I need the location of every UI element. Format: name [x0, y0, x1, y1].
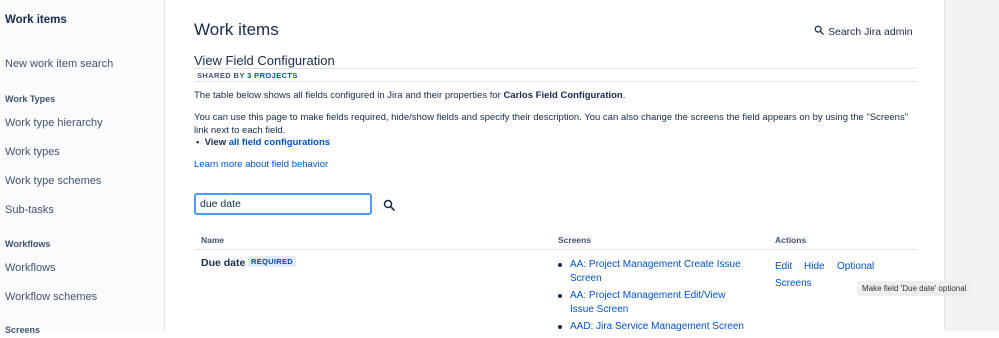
description-line-2: You can use this page to make fields req…	[194, 112, 909, 136]
optional-action-link[interactable]: Optional	[837, 261, 874, 272]
all-field-configurations-link[interactable]: all field configurations	[229, 137, 330, 148]
tooltip: Make field 'Due date' optional	[857, 281, 972, 296]
sidebar-item-new-work-item-search[interactable]: New work item search	[5, 58, 113, 70]
screen-link[interactable]: AA: Project Management Create Issue Scre…	[556, 258, 752, 285]
hide-action-link[interactable]: Hide	[804, 261, 825, 272]
sidebar-item-sub-tasks[interactable]: Sub-tasks	[5, 204, 54, 216]
sidebar-title[interactable]: Work items	[5, 14, 67, 26]
sidebar-item-work-type-hierarchy[interactable]: Work type hierarchy	[5, 117, 103, 129]
search-icon[interactable]	[383, 198, 395, 211]
shared-prefix: SHARED BY	[197, 71, 245, 80]
field-config-name: Carlos Field Configuration	[503, 90, 623, 101]
sidebar-item-workflows[interactable]: Workflows	[5, 262, 56, 274]
view-prefix: View	[204, 137, 227, 148]
main-content: Work items Search Jira admin View Field …	[166, 0, 944, 332]
sidebar: Work items New work item search Work Typ…	[0, 0, 165, 335]
sidebar-item-work-type-schemes[interactable]: Work type schemes	[5, 175, 101, 187]
column-header-screens: Screens	[558, 235, 592, 245]
edit-action-link[interactable]: Edit	[775, 261, 792, 272]
search-icon	[814, 25, 824, 38]
column-header-name: Name	[201, 235, 225, 245]
column-header-actions: Actions	[775, 235, 807, 245]
shared-by-label: SHARED BY 3 PROJECTS	[197, 71, 298, 80]
field-name: Due date	[201, 257, 246, 269]
required-badge: REQUIRED	[248, 256, 296, 267]
sidebar-section-screens: Screens	[5, 325, 41, 335]
screens-list: AA: Project Management Create Issue Scre…	[556, 258, 752, 338]
field-search-input[interactable]	[194, 193, 372, 215]
config-header: View Field Configuration	[194, 52, 916, 69]
search-jira-admin-label: Search Jira admin	[828, 25, 913, 38]
view-all-configurations: • View all field configurations	[196, 137, 331, 148]
table-header-divider	[194, 249, 916, 250]
search-jira-admin-button[interactable]: Search Jira admin	[814, 25, 913, 38]
sidebar-section-workflows: Workflows	[5, 239, 51, 249]
shared-count-link[interactable]: 3 PROJECTS	[247, 71, 298, 80]
divider	[194, 81, 916, 82]
config-heading: View Field Configuration	[194, 53, 335, 68]
description-line-1: The table below shows all fields configu…	[194, 90, 625, 103]
sidebar-item-workflow-schemes[interactable]: Workflow schemes	[5, 291, 97, 303]
page-title: Work items	[194, 20, 279, 39]
desc1-suffix: .	[622, 90, 626, 101]
learn-more-link[interactable]: Learn more about field behavior	[194, 159, 328, 172]
desc1-prefix: The table below shows all fields configu…	[194, 90, 501, 101]
sidebar-item-work-types[interactable]: Work types	[5, 146, 60, 158]
screens-action-link[interactable]: Screens	[775, 278, 812, 289]
sidebar-section-work-types: Work Types	[5, 94, 56, 104]
screen-link[interactable]: AA: Project Management Edit/View Issue S…	[556, 289, 752, 316]
screen-link[interactable]: AAD: Jira Service Management Screen	[556, 320, 752, 334]
